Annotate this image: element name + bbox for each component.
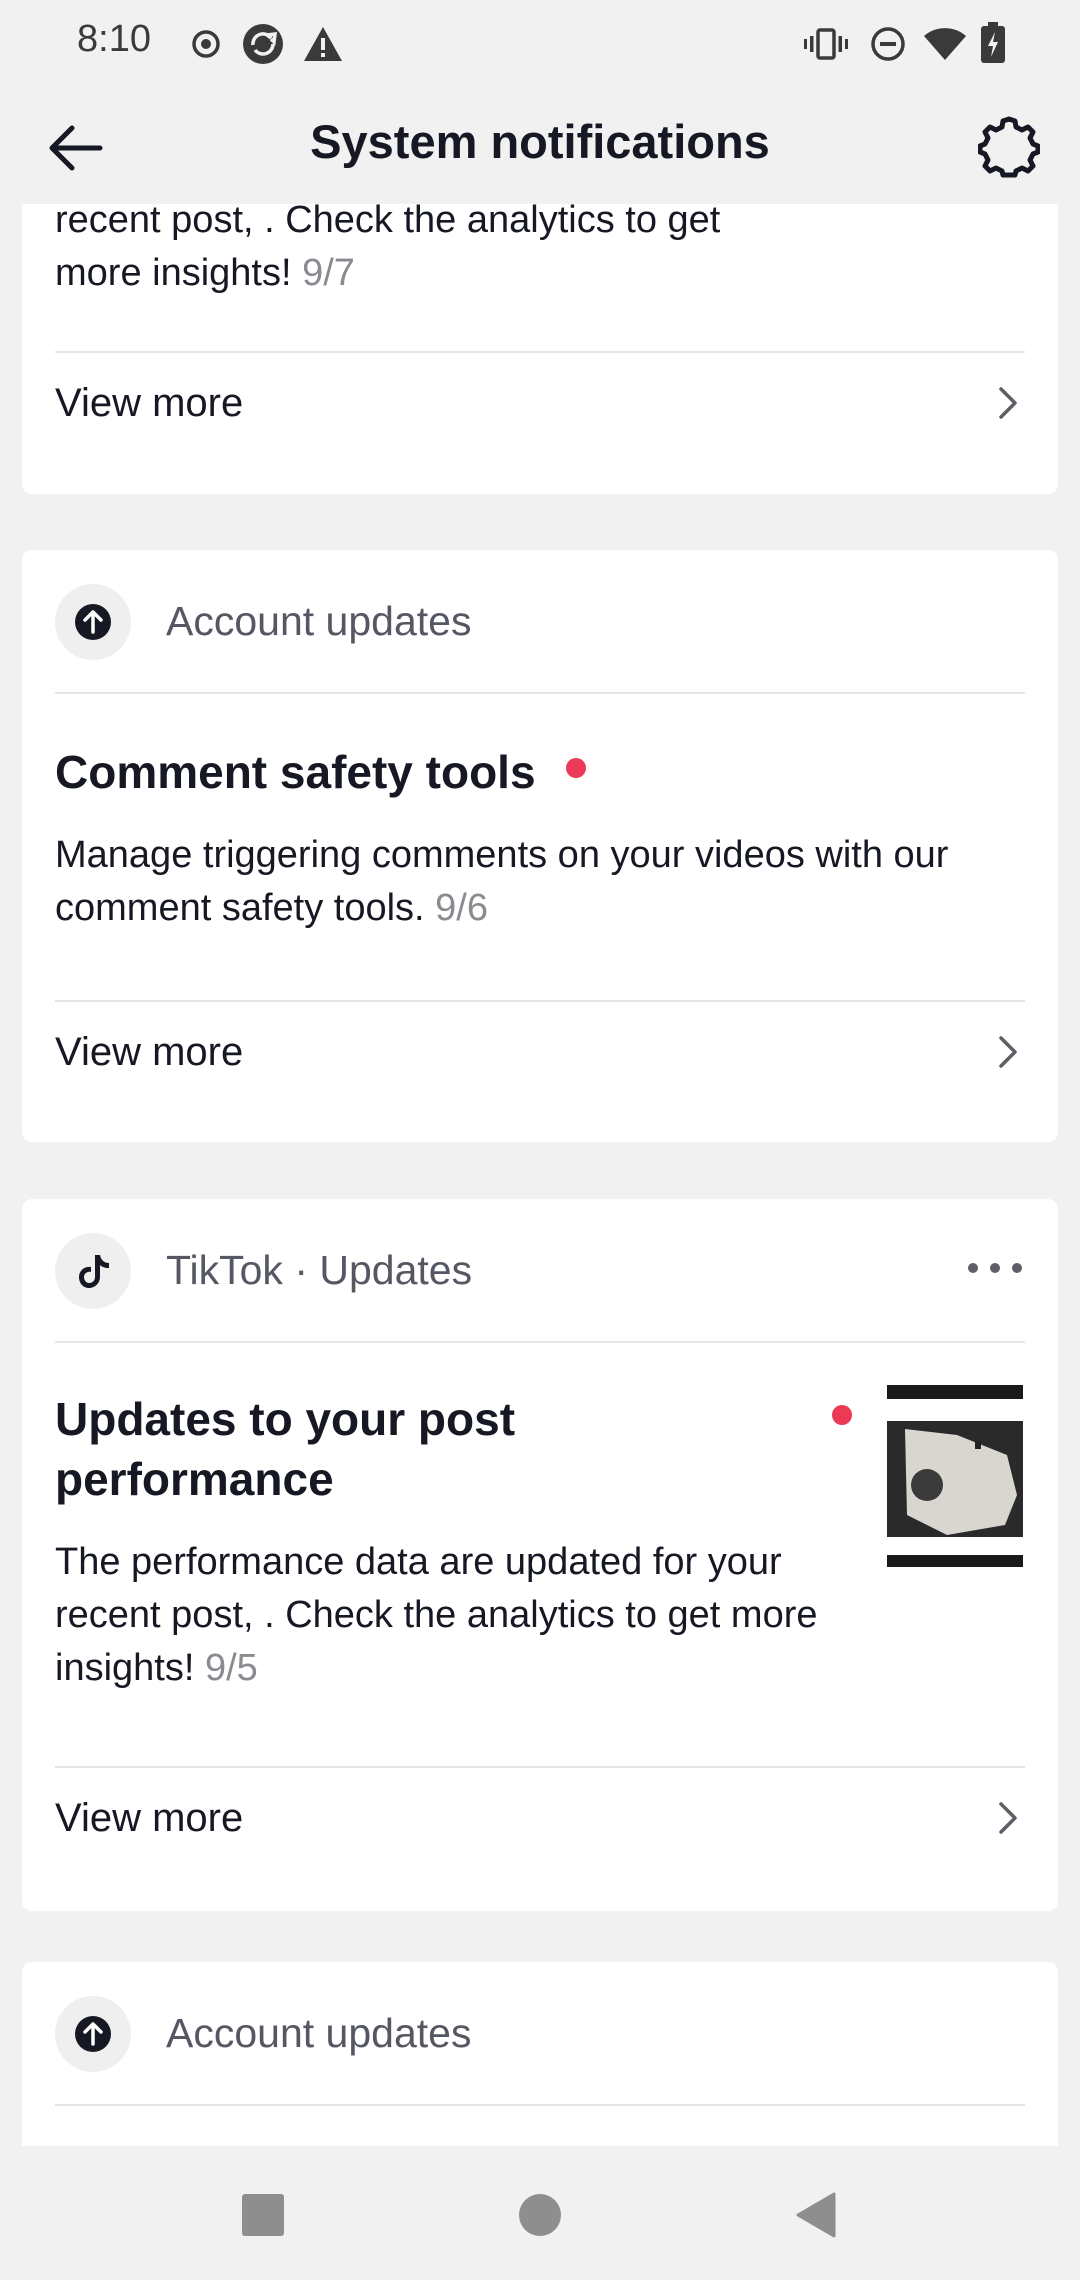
status-time: 8:10 — [77, 18, 151, 60]
card-source-suffix: · Updates — [294, 1247, 473, 1293]
view-more-row[interactable]: View more — [55, 1768, 1025, 1868]
unread-dot — [566, 758, 586, 778]
system-nav-bar — [0, 2146, 1080, 2280]
wifi-icon — [924, 28, 966, 60]
notification-body: Manage triggering comments on your video… — [55, 829, 1035, 935]
view-more-row[interactable]: View more — [55, 353, 1025, 453]
battery-icon — [981, 22, 1005, 63]
notification-date: 9/7 — [302, 252, 355, 294]
record-icon — [192, 30, 220, 58]
dnd-icon — [871, 27, 905, 61]
home-circle-icon[interactable] — [515, 2190, 565, 2240]
post-thumbnail-image — [887, 1385, 1023, 1567]
notification-text: Manage triggering comments on your video… — [55, 834, 949, 929]
view-more-label: View more — [55, 1029, 244, 1074]
notification-date: 9/6 — [435, 887, 488, 929]
notification-title: Updates to your post performance — [55, 1393, 516, 1505]
post-thumbnail[interactable] — [887, 1385, 1023, 1571]
card-header: Account updates — [55, 1962, 1025, 2106]
tiktok-avatar — [55, 1233, 131, 1309]
back-triangle-icon[interactable] — [792, 2190, 842, 2240]
chevron-right-icon — [999, 1036, 1017, 1068]
app-header: System notifications — [0, 86, 1080, 204]
sync-icon — [243, 24, 283, 64]
notification-card: recent post, . Check the analytics to ge… — [22, 204, 1058, 494]
card-header: TikTok · Updates — [55, 1199, 1025, 1343]
notification-body-line1: recent post, . Check the analytics to ge… — [55, 204, 721, 241]
account-updates-avatar — [55, 584, 131, 660]
arrow-up-circle-icon — [75, 2016, 111, 2052]
notification-body: recent post, . Check the analytics to ge… — [55, 204, 815, 300]
card-source: Account updates — [166, 2010, 472, 2056]
notification-body: The performance data are updated for you… — [55, 1536, 855, 1695]
card-source: TikTok · Updates — [166, 1247, 472, 1294]
recents-square-icon[interactable] — [238, 2190, 288, 2240]
notification-title: Comment safety tools — [55, 746, 536, 798]
view-more-label: View more — [55, 1795, 244, 1840]
arrow-up-circle-icon — [75, 604, 111, 640]
card-header: Account updates — [55, 550, 1025, 694]
notifications-list[interactable]: recent post, . Check the analytics to ge… — [0, 204, 1080, 2146]
unread-dot — [832, 1405, 852, 1425]
gear-icon[interactable] — [978, 116, 1040, 178]
chevron-right-icon — [999, 387, 1017, 419]
status-bar: 8:10 — [0, 0, 1080, 86]
notification-body-line2: more insights! — [55, 252, 292, 294]
page-title: System notifications — [310, 115, 770, 168]
warning-icon — [304, 27, 342, 61]
more-options-icon[interactable] — [965, 1253, 1025, 1283]
vibrate-icon — [804, 28, 848, 60]
notification-date: 9/5 — [204, 1647, 258, 1689]
card-source-name: TikTok — [166, 1247, 283, 1293]
view-more-row[interactable]: View more — [55, 1002, 1025, 1102]
notification-card: TikTok · Updates Updates to your post pe… — [22, 1199, 1058, 1911]
chevron-right-icon — [999, 1802, 1017, 1834]
notification-text: The performance data are updated for you… — [55, 1541, 818, 1689]
tiktok-logo-icon — [79, 1255, 109, 1288]
view-more-label: View more — [55, 380, 244, 425]
notification-card: Account updates — [22, 1962, 1058, 2146]
notification-card: Account updates Comment safety tools Man… — [22, 550, 1058, 1142]
account-updates-avatar — [55, 1996, 131, 2072]
card-source: Account updates — [166, 598, 472, 644]
